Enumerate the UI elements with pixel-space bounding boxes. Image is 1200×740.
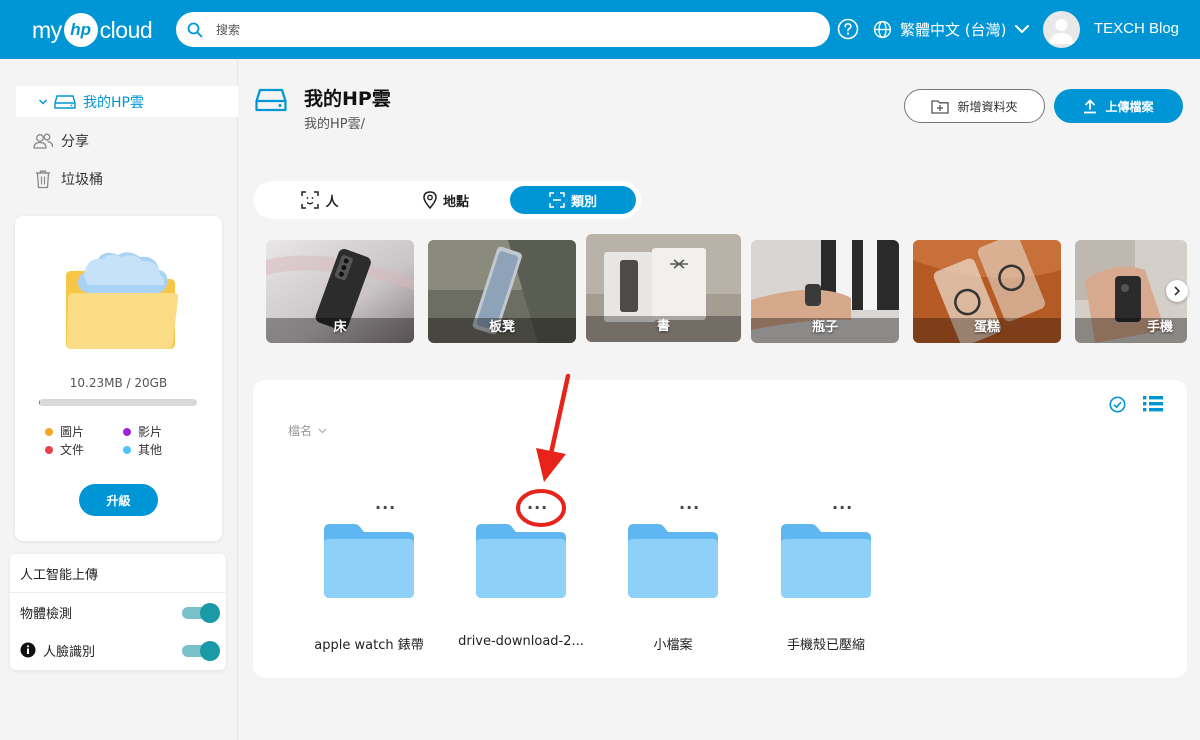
tab-categories[interactable]: 類別 <box>510 186 636 214</box>
category-label: 手機 <box>1146 320 1173 335</box>
category-card-book[interactable]: 書 <box>586 234 741 342</box>
category-card-bed[interactable]: 床 <box>266 240 414 343</box>
category-card-bottle[interactable]: 瓶子 <box>751 240 899 343</box>
sidebar-item-label: 我的HP雲 <box>83 94 144 111</box>
category-label: 瓶子 <box>811 320 838 335</box>
divider <box>10 592 226 593</box>
storage-card: 10.23MB / 20GB 圖片 影片 文件 其他 升級 <box>15 216 222 541</box>
top-bar: my hp cloud 繁體中文 (台灣) TEXCH Blog <box>0 0 1200 59</box>
category-label: 板凳 <box>488 320 515 335</box>
legend-dot <box>123 427 131 436</box>
hp-logo-mark: hp <box>63 13 98 47</box>
page-title: 我的HP雲 <box>304 88 391 110</box>
files-panel: 檔名 ... apple watch 錶帶 ... drive-download… <box>253 380 1187 678</box>
folder-item[interactable]: ... drive-download-2... <box>436 496 586 658</box>
cloud-folder-icon <box>66 252 179 349</box>
search-input[interactable] <box>216 22 776 37</box>
object-detection-row: 物體檢測 <box>20 601 220 623</box>
legend-dot <box>45 445 53 454</box>
object-detection-toggle[interactable] <box>182 602 220 623</box>
sidebar-item-share[interactable]: 分享 <box>16 125 238 156</box>
avatar[interactable] <box>1043 11 1080 48</box>
drive-icon <box>54 94 76 109</box>
file-name: drive-download-2... <box>458 634 584 649</box>
file-name: 小檔案 <box>653 638 693 653</box>
legend-dot <box>123 445 131 454</box>
people-icon <box>33 133 54 149</box>
legend-dot <box>45 427 53 436</box>
face-recognition-row: 人臉識別 <box>20 639 220 661</box>
category-card-bench[interactable]: 板凳 <box>428 240 576 343</box>
breadcrumb[interactable]: 我的HP雲/ <box>304 113 365 132</box>
folder-item[interactable]: ... apple watch 錶帶 <box>284 496 434 658</box>
more-options-button[interactable]: ... <box>527 496 548 512</box>
storage-usage-text: 10.23MB / 20GB <box>69 376 168 390</box>
folder-icon <box>628 524 718 598</box>
folder-item[interactable]: ... 小檔案 <box>588 496 738 658</box>
hp-cloud-logo[interactable]: my hp cloud <box>32 12 153 48</box>
user-icon <box>1049 19 1074 44</box>
trash-icon <box>36 170 50 188</box>
chevron-down-icon <box>318 428 327 433</box>
drive-icon <box>255 88 287 112</box>
tab-places[interactable]: 地點 <box>387 186 505 214</box>
storage-progress-bar <box>39 399 197 406</box>
folder-icon <box>476 524 566 598</box>
info-icon[interactable] <box>20 642 36 658</box>
face-recognition-toggle[interactable] <box>182 640 220 661</box>
new-folder-button[interactable]: 新增資料夾 <box>904 89 1045 123</box>
ai-upload-card: 人工智能上傳 物體檢測 人臉識別 <box>10 554 226 670</box>
carousel-next-button[interactable] <box>1166 280 1188 302</box>
chevron-down-icon <box>1015 25 1030 33</box>
search-bar[interactable] <box>176 12 830 47</box>
folder-icon <box>324 524 414 598</box>
category-card-cake[interactable]: 蛋糕 <box>913 240 1061 343</box>
legend-images: 圖片 <box>45 423 84 440</box>
globe-icon <box>873 20 892 38</box>
ai-upload-title: 人工智能上傳 <box>20 568 99 583</box>
legend-videos: 影片 <box>123 423 162 440</box>
upload-icon <box>1084 99 1097 113</box>
category-label: 書 <box>656 319 670 334</box>
upload-file-button[interactable]: 上傳檔案 <box>1054 89 1183 123</box>
legend-documents: 文件 <box>45 441 84 458</box>
sidebar-item-label: 垃圾桶 <box>61 171 103 188</box>
select-all-icon[interactable] <box>1109 396 1126 413</box>
chevron-down-icon <box>38 98 48 105</box>
tab-people[interactable]: 人 <box>261 186 379 214</box>
location-icon <box>423 191 437 209</box>
category-label: 床 <box>333 320 347 335</box>
sidebar-item-my-hp-cloud[interactable]: 我的HP雲 <box>16 86 238 117</box>
folder-add-icon <box>931 99 950 114</box>
folder-item[interactable]: ... 手機殼已壓縮 <box>741 496 891 658</box>
sort-by-name[interactable]: 檔名 <box>288 422 327 439</box>
chevron-right-icon <box>1174 286 1181 296</box>
category-scan-icon <box>549 192 565 208</box>
more-options-button[interactable]: ... <box>375 496 396 512</box>
upgrade-button[interactable]: 升級 <box>79 484 158 516</box>
sidebar: 我的HP雲 分享 垃圾桶 10.23MB / 20GB 圖片 影片 文件 其他 … <box>0 59 238 740</box>
language-label: 繁體中文 (台灣) <box>900 20 1007 39</box>
legend-other: 其他 <box>123 441 162 458</box>
folder-icon <box>781 524 871 598</box>
sidebar-item-label: 分享 <box>61 133 89 150</box>
list-view-icon[interactable] <box>1143 395 1163 412</box>
file-name: 手機殼已壓縮 <box>786 638 865 653</box>
help-icon[interactable] <box>837 18 859 40</box>
category-label: 蛋糕 <box>973 320 1000 335</box>
category-tabs: 人 地點 類別 <box>253 181 641 219</box>
sidebar-item-trash[interactable]: 垃圾桶 <box>16 163 238 194</box>
face-scan-icon <box>301 191 320 209</box>
file-name: apple watch 錶帶 <box>314 638 424 653</box>
username[interactable]: TEXCH Blog <box>1094 20 1179 37</box>
language-selector[interactable]: 繁體中文 (台灣) <box>873 16 1030 42</box>
more-options-button[interactable]: ... <box>832 496 853 512</box>
search-icon <box>187 22 203 37</box>
more-options-button[interactable]: ... <box>679 496 700 512</box>
